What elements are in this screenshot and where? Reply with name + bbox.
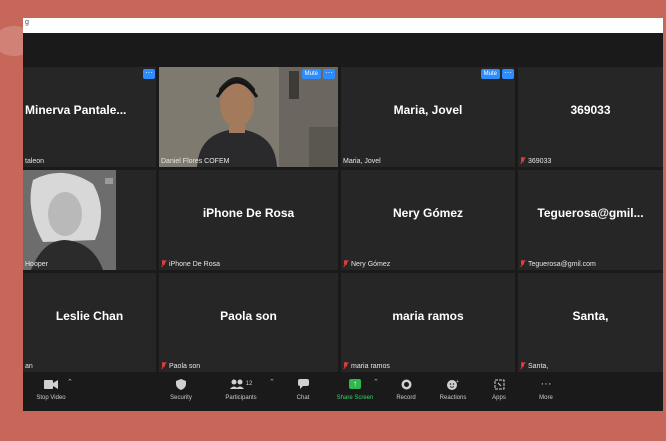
tile-menu-button[interactable]: ··· xyxy=(143,69,155,79)
mic-muted-icon xyxy=(520,362,526,370)
gallery-grid: Minerva Pantale... taleon ··· Daniel Flo… xyxy=(23,67,663,372)
participant-tile-iphone-de-rosa[interactable]: iPhone De Rosa iPhone De Rosa xyxy=(159,170,338,270)
participant-label: taleon xyxy=(25,158,45,165)
participants-button[interactable]: 12 Participants xyxy=(215,376,267,401)
participant-tile-leslie-chan[interactable]: Leslie Chan an xyxy=(23,273,156,372)
participant-tile-369033[interactable]: 369033 369033 xyxy=(518,67,663,167)
mute-button[interactable]: Mute xyxy=(301,69,321,79)
mic-muted-icon xyxy=(520,260,526,268)
zoom-meeting-window: g Minerva Pantale... taleon ··· Daniel F… xyxy=(23,18,663,411)
title-bar: g xyxy=(23,18,663,33)
participant-tile-minerva[interactable]: Minerva Pantale... taleon ··· xyxy=(23,67,156,167)
mic-muted-icon xyxy=(520,157,526,165)
participant-label: Maria, Jovel xyxy=(343,158,381,165)
participant-label: maria ramos xyxy=(343,362,390,370)
participant-name: Leslie Chan xyxy=(55,308,124,323)
mic-muted-icon xyxy=(343,260,349,268)
participant-tile-nery-gomez[interactable]: Nery Gómez Nery Gómez xyxy=(341,170,515,270)
participant-name: Teguerosa@gmil... xyxy=(537,206,644,220)
mic-muted-icon xyxy=(343,362,349,370)
apps-button[interactable]: Apps xyxy=(473,376,525,401)
participant-label: 369033 xyxy=(520,157,551,165)
participant-label: Nery Gómez xyxy=(343,260,390,268)
chat-bubble-icon xyxy=(277,376,329,392)
participant-tile-santa[interactable]: Santa, Santa, xyxy=(518,273,663,372)
participant-label: an xyxy=(25,363,33,370)
participants-icon: 12 xyxy=(215,376,267,392)
participant-label: Santa, xyxy=(520,362,548,370)
participant-tile-daniel[interactable]: Daniel Flores COFEM Mute ··· xyxy=(159,67,338,167)
participant-label: Paola son xyxy=(161,362,200,370)
more-dots-icon: ··· xyxy=(540,378,552,390)
participants-options-caret-icon[interactable]: ⌃ xyxy=(269,378,275,386)
svg-text:+: + xyxy=(456,379,459,385)
header-bar xyxy=(23,33,663,67)
participant-name: maria ramos xyxy=(392,308,464,323)
participant-name: Paola son xyxy=(220,308,277,323)
more-button[interactable]: ··· More xyxy=(520,376,572,401)
webcam-video xyxy=(159,67,338,167)
participant-name: 369033 xyxy=(570,103,611,117)
chat-button[interactable]: Chat xyxy=(277,376,329,401)
participant-label: iPhone De Rosa xyxy=(161,260,220,268)
participant-label: Daniel Flores COFEM xyxy=(161,158,230,165)
shield-icon xyxy=(155,376,207,392)
participant-tile-teguerosa[interactable]: Teguerosa@gmil... Teguerosa@gmil.com xyxy=(518,170,663,270)
mic-muted-icon xyxy=(161,362,167,370)
video-options-caret-icon[interactable]: ⌃ xyxy=(67,378,73,386)
tile-menu-button[interactable]: ··· xyxy=(502,69,514,79)
participant-tile-maria-ramos[interactable]: maria ramos maria ramos xyxy=(341,273,515,372)
participant-tile-hooper[interactable]: Hooper xyxy=(23,170,156,270)
participant-name: Santa, xyxy=(572,308,609,323)
title-glyph: g xyxy=(25,19,29,26)
meeting-toolbar: Stop Video ⌃ Security 12 Participants ⌃ … xyxy=(23,372,663,411)
reactions-button[interactable]: + Reactions xyxy=(427,376,479,402)
participant-name: Minerva Pantale... xyxy=(25,103,127,117)
mic-muted-icon xyxy=(161,260,167,268)
apps-icon xyxy=(473,376,525,392)
mute-button[interactable]: Mute xyxy=(480,69,500,79)
participants-count: 12 xyxy=(245,381,253,387)
participant-tile-paola-son[interactable]: Paola son Paola son xyxy=(159,273,338,372)
record-icon xyxy=(380,376,432,392)
participant-label: Hooper xyxy=(25,261,48,268)
participant-name: Maria, Jovel xyxy=(393,103,463,117)
smiley-icon: + xyxy=(427,376,479,392)
participant-label: Teguerosa@gmil.com xyxy=(520,260,596,268)
participant-name: Nery Gómez xyxy=(392,206,464,220)
participant-tile-maria-jovel[interactable]: Maria, Jovel Maria, Jovel Mute ··· xyxy=(341,67,515,167)
share-options-caret-icon[interactable]: ⌃ xyxy=(373,378,379,386)
participant-name: iPhone De Rosa xyxy=(202,206,295,220)
security-button[interactable]: Security xyxy=(155,376,207,401)
record-button[interactable]: Record xyxy=(380,376,432,401)
profile-photo xyxy=(23,170,116,270)
tile-menu-button[interactable]: ··· xyxy=(323,69,335,79)
